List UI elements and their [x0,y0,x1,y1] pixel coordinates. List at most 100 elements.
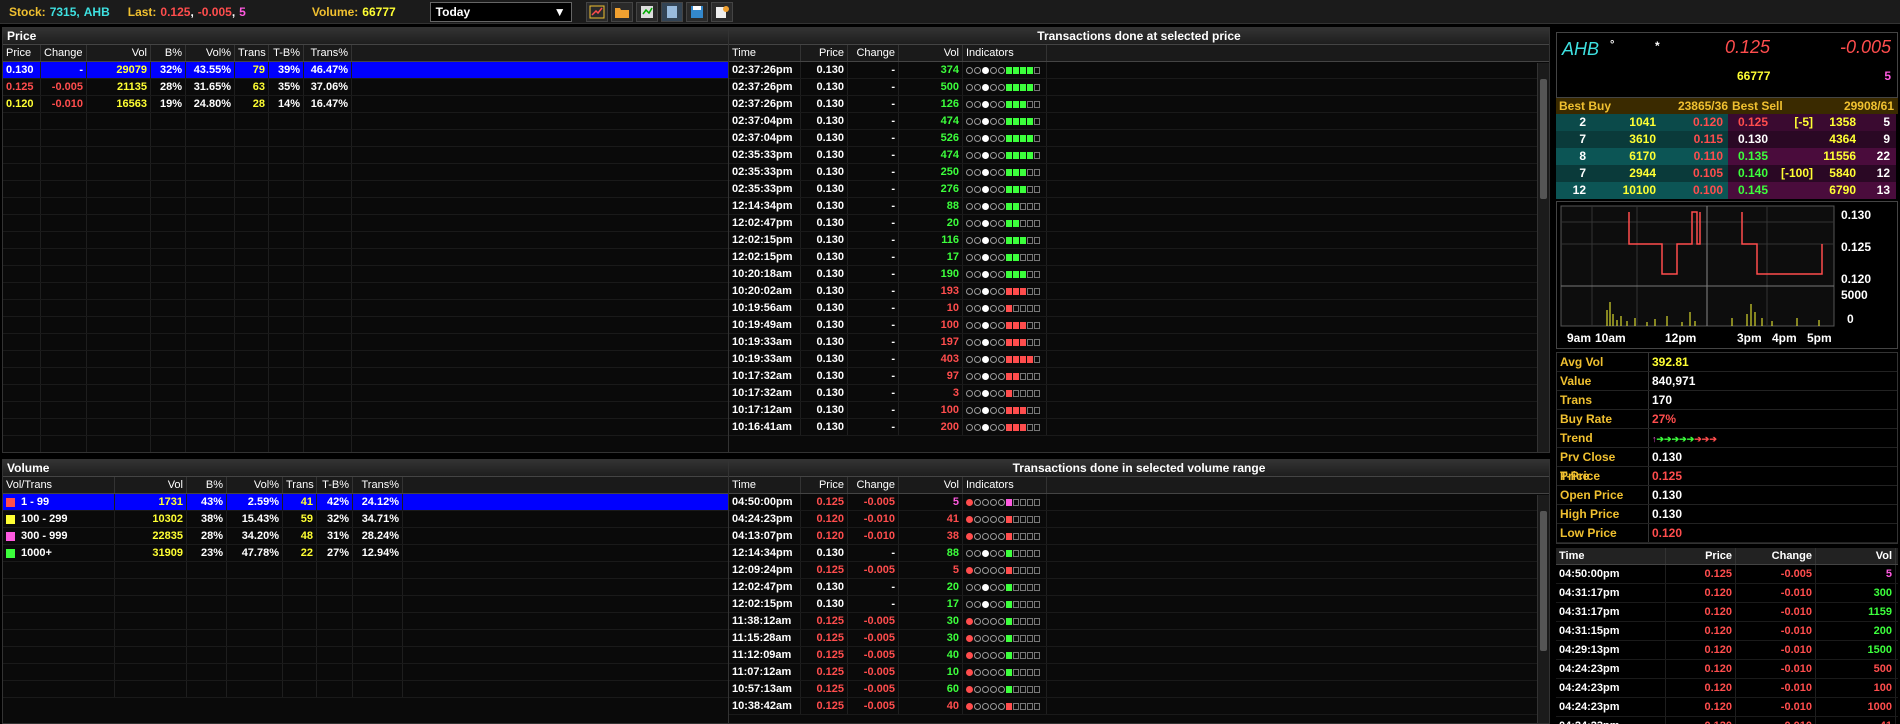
column-header[interactable]: Indicators [963,477,1047,493]
column-header[interactable]: Vol [87,45,151,61]
time-sales-row[interactable]: 04:24:23pm0.120-0.01041 [1556,717,1898,724]
time-sales-row[interactable]: 04:24:23pm 0.120 -0.010 500 [1556,660,1898,679]
chart-icon[interactable] [585,1,608,22]
column-header[interactable]: Price [1666,548,1736,564]
time-sales-row[interactable]: 04:29:13pm 0.120 -0.010 1500 [1556,641,1898,660]
tx-price-scrollbar[interactable] [1537,63,1549,452]
transaction-row[interactable]: 02:35:33pm 0.130-250 [729,164,1549,181]
price-row[interactable]: 0.120 -0.010 16563 19% 24.80% 28 14% 16.47% [3,96,728,113]
transaction-row[interactable]: 02:37:04pm 0.130-526 [729,130,1549,147]
column-header[interactable]: Time [1556,548,1666,564]
column-header[interactable]: Vol [899,45,963,61]
column-header[interactable]: Vol [115,477,187,493]
transaction-row[interactable]: 02:35:33pm 0.130-276 [729,181,1549,198]
volume-range-row[interactable]: 300 - 999 22835 28% 34.20% 48 31% 28.24% [3,528,728,545]
transaction-row[interactable]: 12:02:15pm 0.130-17 [729,249,1549,266]
table-cell [151,317,186,333]
price-row[interactable]: 0.125 -0.005 21135 28% 31.65% 63 35% 37.06% [3,79,728,96]
transaction-row[interactable]: 10:19:33am 0.130-197 [729,334,1549,351]
transaction-row[interactable]: 11:07:12am 0.125 -0.005 10 [729,664,1549,681]
column-header[interactable]: Time [729,477,801,493]
column-header[interactable]: Trans% [304,45,352,61]
transaction-row[interactable]: 10:19:49am 0.130-100 [729,317,1549,334]
scroll-thumb[interactable] [1540,511,1547,651]
column-header[interactable]: Change [1736,548,1816,564]
table-cell [227,562,283,578]
column-header[interactable]: Price [801,45,848,61]
transaction-row[interactable]: 12:02:15pm 0.130-17 [729,596,1549,613]
book-row[interactable]: 8 6170 0.110 0.135 11556 22 [1556,148,1898,165]
save-icon[interactable] [685,1,708,22]
transaction-row[interactable]: 04:50:00pm 0.125 -0.005 5 [729,494,1549,511]
transaction-row[interactable]: 10:20:02am 0.130-193 [729,283,1549,300]
transaction-row[interactable]: 10:17:12am 0.130-100 [729,402,1549,419]
transaction-row[interactable]: 02:35:33pm 0.130-474 [729,147,1549,164]
transaction-row[interactable]: 10:20:18am 0.130-190 [729,266,1549,283]
volume-range-row[interactable]: 1 - 99 1731 43% 2.59% 41 42% 24.12% [3,494,728,511]
time-sales-row[interactable]: 04:24:23pm 0.120 -0.010 100 [1556,679,1898,698]
transaction-row[interactable]: 12:02:15pm 0.130-116 [729,232,1549,249]
table-cell [151,215,186,231]
tx-volume-scrollbar[interactable] [1537,495,1549,723]
transaction-row[interactable]: 11:38:12am 0.125 -0.005 30 [729,613,1549,630]
transaction-row[interactable]: 10:17:32am 0.130-3 [729,385,1549,402]
time-sales-row[interactable]: 04:31:17pm 0.120 -0.010 1159 [1556,603,1898,622]
column-header[interactable]: Trans% [353,477,403,493]
column-header[interactable]: T-B% [317,477,353,493]
transaction-row[interactable]: 10:38:42am 0.125 -0.005 40 [729,698,1549,715]
indicator-bar [1013,338,1019,346]
settings-icon[interactable] [710,1,733,22]
transaction-row[interactable]: 02:37:26pm 0.130-126 [729,96,1549,113]
column-header[interactable]: Change [848,45,899,61]
column-header[interactable]: B% [187,477,227,493]
column-header[interactable]: Vol [1816,548,1896,564]
transaction-row[interactable]: 10:17:32am 0.130-97 [729,368,1549,385]
column-header[interactable]: Indicators [963,45,1047,61]
column-header[interactable]: Price [3,45,41,61]
scroll-thumb[interactable] [1540,79,1547,199]
transaction-row[interactable]: 02:37:26pm 0.130-374 [729,62,1549,79]
transaction-row[interactable]: 02:37:04pm 0.130-474 [729,113,1549,130]
column-header[interactable]: Change [41,45,87,61]
column-header[interactable]: T-B% [269,45,304,61]
book-row[interactable]: 2 1041 0.120 0.125 [-5] 1358 5 [1556,114,1898,131]
book-row[interactable]: 12 10100 0.100 0.145 6790 13 [1556,182,1898,199]
column-header[interactable]: Time [729,45,801,61]
column-header[interactable]: Change [848,477,899,493]
column-header[interactable]: Vol/Trans [3,477,115,493]
time-sales-row[interactable]: 04:50:00pm 0.125 -0.005 5 [1556,565,1898,584]
period-select[interactable]: Today ▼ [429,1,572,22]
clipboard-icon[interactable] [660,1,683,22]
time-sales-row[interactable]: 04:31:17pm 0.120 -0.010 300 [1556,584,1898,603]
book-row[interactable]: 7 2944 0.105 0.140 [-100] 5840 12 [1556,165,1898,182]
transaction-row[interactable]: 12:09:24pm 0.125 -0.005 5 [729,562,1549,579]
time-sales-row[interactable]: 04:24:23pm 0.120 -0.010 1000 [1556,698,1898,717]
column-header[interactable]: Trans [283,477,317,493]
transaction-row[interactable]: 12:02:47pm 0.130-20 [729,579,1549,596]
price-row[interactable]: 0.130-29079 32% 43.55% 79 39% 46.47% [3,62,728,79]
column-header[interactable]: Vol% [186,45,235,61]
transaction-row[interactable]: 02:37:26pm 0.130-500 [729,79,1549,96]
time-sales-row[interactable]: 04:31:15pm 0.120 -0.010 200 [1556,622,1898,641]
transaction-row[interactable]: 12:14:34pm 0.130-88 [729,545,1549,562]
transaction-row[interactable]: 11:12:09am 0.125 -0.005 40 [729,647,1549,664]
transaction-row[interactable]: 10:16:41am 0.130-200 [729,419,1549,436]
transaction-row[interactable]: 04:13:07pm 0.120 -0.010 38 [729,528,1549,545]
transaction-row[interactable]: 10:57:13am 0.125 -0.005 60 [729,681,1549,698]
transaction-row[interactable]: 12:02:47pm 0.130-20 [729,215,1549,232]
transaction-row[interactable]: 12:14:34pm 0.130-88 [729,198,1549,215]
book-row[interactable]: 7 3610 0.115 0.130 4364 9 [1556,131,1898,148]
column-header[interactable]: Vol [899,477,963,493]
transaction-row[interactable]: 10:19:33am 0.130-403 [729,351,1549,368]
export-icon[interactable] [635,1,658,22]
column-header[interactable]: Vol% [227,477,283,493]
transaction-row[interactable]: 04:24:23pm 0.120 -0.010 41 [729,511,1549,528]
column-header[interactable]: Trans [235,45,269,61]
volume-range-row[interactable]: 100 - 299 10302 38% 15.43% 59 32% 34.71% [3,511,728,528]
open-folder-icon[interactable] [610,1,633,22]
column-header[interactable]: B% [151,45,186,61]
transaction-row[interactable]: 10:19:56am 0.130-10 [729,300,1549,317]
transaction-row[interactable]: 11:15:28am 0.125 -0.005 30 [729,630,1549,647]
volume-range-row[interactable]: 1000+ 31909 23% 47.78% 22 27% 12.94% [3,545,728,562]
column-header[interactable]: Price [801,477,848,493]
